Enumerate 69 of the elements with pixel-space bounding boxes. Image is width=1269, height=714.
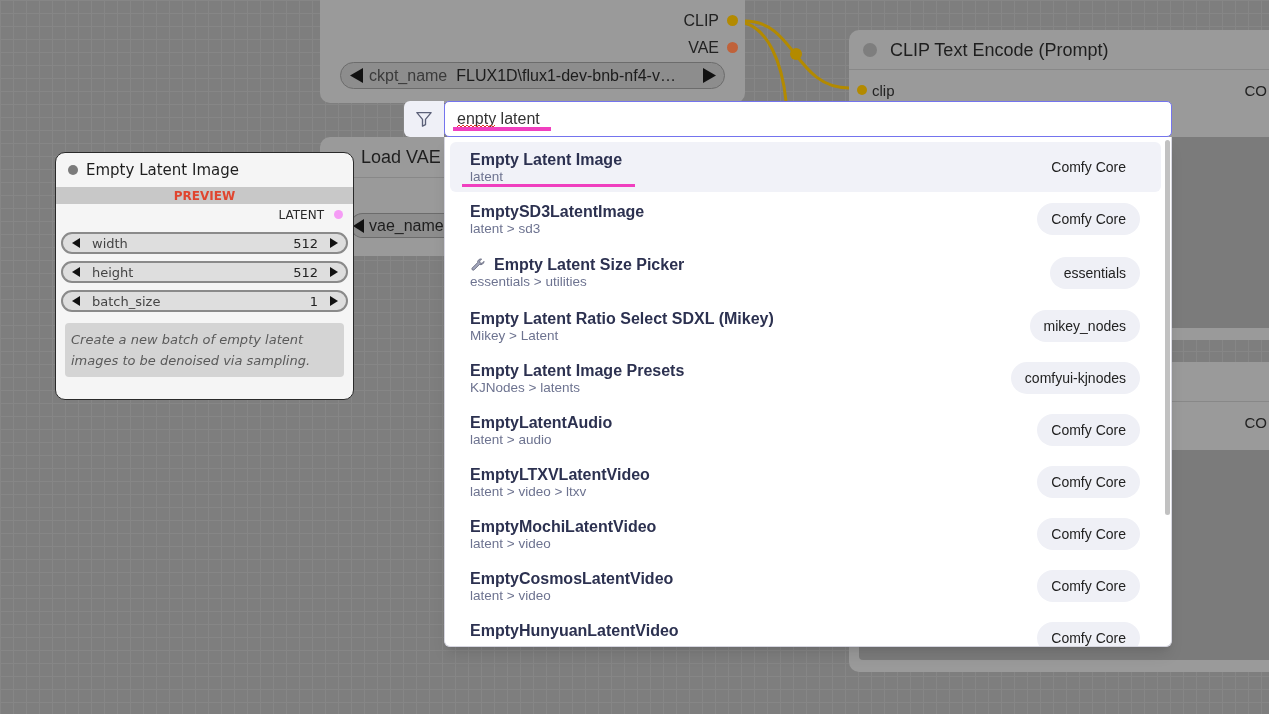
result-title: Empty Latent Image Presets [470, 360, 685, 380]
widget-value: 1 [309, 294, 318, 308]
source-label: Comfy Core [1037, 414, 1140, 446]
input-label: clip [872, 82, 895, 98]
result-title: Empty Latent Image [470, 149, 623, 169]
source-label: Comfy Core [1037, 466, 1140, 498]
combo-widget[interactable]: ckpt_name FLUX1D\flux1-dev-bnb-nf4-v… [340, 62, 725, 89]
preview-banner: PREVIEW [56, 187, 353, 204]
result-category: latent > video [470, 535, 552, 552]
node-title: CLIP Text Encode (Prompt) [890, 40, 1109, 59]
output-label: CO [1244, 414, 1267, 430]
output-label: VAE [688, 39, 719, 56]
node-title: Load VAE [361, 148, 441, 166]
widget-value: FLUX1D\flux1-dev-bnb-nf4-v… [456, 67, 676, 84]
output-label: CO [1244, 82, 1267, 98]
source-label: mikey_nodes [1029, 310, 1140, 342]
output-label: LATENT [278, 208, 324, 221]
output-label: CLIP [683, 12, 719, 29]
node-description: Create a new batch of empty latent images to be denoised via sampling. [65, 323, 344, 377]
right-arrow-icon[interactable] [703, 68, 716, 83]
source-label: Comfy Core [1037, 203, 1140, 235]
widget-value: 512 [293, 265, 318, 279]
scrollbar-thumb[interactable] [1165, 140, 1170, 515]
right-arrow-icon[interactable] [330, 267, 338, 277]
filter-icon [415, 110, 433, 128]
result-row[interactable]: Empty Latent Image latent Comfy Core [450, 142, 1161, 192]
right-arrow-icon[interactable] [330, 238, 338, 248]
left-arrow-icon[interactable] [353, 218, 364, 233]
left-arrow-icon[interactable] [72, 267, 80, 277]
widget-label: vae_name [369, 217, 444, 234]
filter-button[interactable] [404, 101, 444, 137]
widget-label: ckpt_name [369, 67, 448, 84]
widget-label: batch_size [92, 294, 161, 308]
source-label: essentials [1049, 256, 1140, 289]
result-title: EmptyLTXVLatentVideo [470, 464, 650, 484]
result-category: latent > video > ltxv [470, 483, 588, 500]
result-category: essentials > utilities [470, 274, 588, 290]
source-label: Comfy Core [1050, 158, 1127, 177]
result-category: Mikey > Latent [470, 327, 560, 344]
result-category: KJNodes > latents [470, 379, 581, 396]
left-arrow-icon[interactable] [72, 238, 80, 248]
result-category: latent > sd3 [470, 220, 542, 237]
source-label: Comfy Core [1037, 518, 1140, 550]
source-label: Comfy Core [1037, 570, 1140, 602]
left-arrow-icon[interactable] [72, 296, 80, 306]
status-dot-icon [863, 42, 877, 57]
result-title: EmptyHunyuanLatentVideo [470, 620, 679, 640]
search-field[interactable]: enpty latent [444, 101, 1172, 137]
result-title: Empty Latent Size Picker [494, 255, 685, 274]
result-title: EmptySD3LatentImage [470, 201, 645, 221]
result-category: latent > video [470, 587, 552, 604]
left-arrow-icon[interactable] [350, 68, 363, 83]
result-title: EmptyLatentAudio [470, 412, 613, 432]
widget-label: width [92, 236, 128, 250]
result-category: latent [470, 168, 505, 185]
number-widget[interactable]: height 512 [61, 261, 348, 283]
source-label: Comfy Core [1037, 622, 1140, 646]
status-dot-icon [68, 165, 78, 175]
widget-label: height [92, 265, 134, 279]
source-label: comfyui-kjnodes [1010, 362, 1140, 394]
number-widget[interactable]: width 512 [61, 232, 348, 254]
node-title: Empty Latent Image [86, 162, 239, 178]
result-category: latent > audio [470, 431, 553, 448]
result-title: EmptyMochiLatentVideo [470, 516, 657, 536]
right-arrow-icon[interactable] [330, 296, 338, 306]
result-title: EmptyCosmosLatentVideo [470, 568, 674, 588]
number-widget[interactable]: batch_size 1 [61, 290, 348, 312]
result-title: Empty Latent Ratio Select SDXL (Mikey) [470, 308, 774, 328]
widget-value: 512 [293, 236, 318, 250]
